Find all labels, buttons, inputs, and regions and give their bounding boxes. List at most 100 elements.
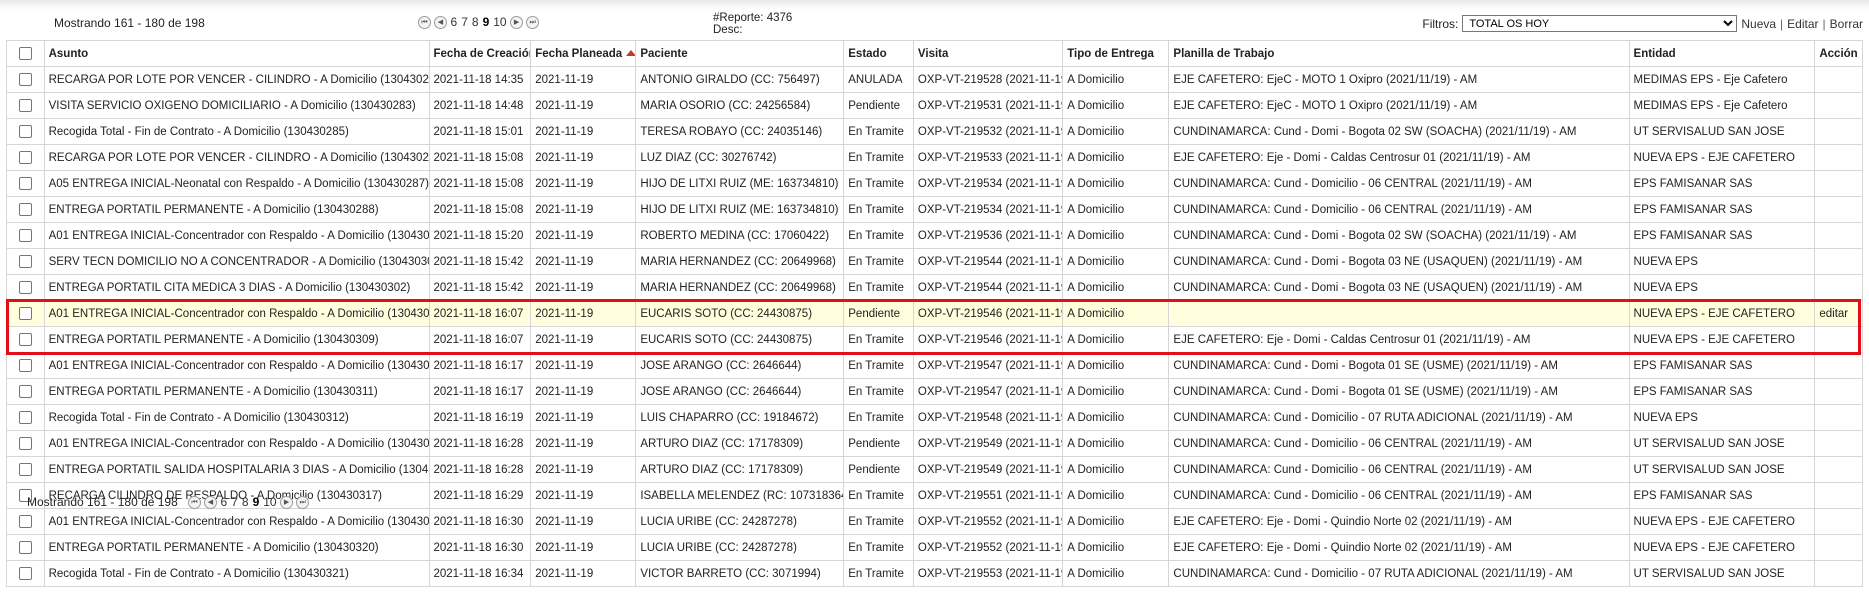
table-row[interactable]: A01 ENTREGA INICIAL-Concentrador con Res… [6,352,1863,379]
delete-filter-link[interactable]: Borrar [1830,17,1863,31]
table-row[interactable]: A01 ENTREGA INICIAL-Concentrador con Res… [6,222,1863,249]
top-showing-count: Mostrando 161 - 180 de 198 [54,16,205,30]
cell-planeada: 2021-11-19 [530,274,637,301]
row-checkbox[interactable] [18,229,32,242]
edit-row-link[interactable]: editar [1819,308,1848,320]
row-checkbox[interactable] [18,307,32,320]
row-checkbox[interactable] [18,281,32,294]
cell-visita: OXP-VT-219533 (2021-11-19) [912,144,1064,171]
cell-paciente: ANTONIO GIRALDO (CC: 756497) [635,66,845,93]
row-checkbox[interactable] [18,567,32,580]
cell-visita: OXP-VT-219528 (2021-11-19) [912,66,1064,93]
select-all-checkbox[interactable] [18,47,32,60]
row-checkbox[interactable] [18,333,32,346]
col-header-visita[interactable]: Visita [912,40,1064,67]
table-row[interactable]: RECARGA POR LOTE POR VENCER - CILINDRO -… [6,144,1863,171]
row-checkbox[interactable] [18,411,32,424]
filter-select[interactable]: TOTAL OS HOY [1462,15,1738,32]
cell-creacion: 2021-11-18 15:08 [428,144,532,171]
page-link-8[interactable]: 8 [471,15,479,29]
cell-entidad: MEDIMAS EPS - Eje Cafetero [1628,92,1816,119]
col-header-planeada[interactable]: Fecha Planeada [530,40,637,67]
cell-paciente: ARTURO DIAZ (CC: 17178309) [635,430,845,457]
page-link-6[interactable]: 6 [450,15,458,29]
page-link-10[interactable]: 10 [493,15,507,29]
cell-estado: Pendiente [843,300,914,327]
page-link-8[interactable]: 8 [241,495,249,509]
row-checkbox[interactable] [18,151,32,164]
page-link-7[interactable]: 7 [461,15,469,29]
table-row[interactable]: ENTREGA PORTATIL CITA MEDICA 3 DIAS - A … [6,274,1863,301]
cell-asunto: ENTREGA PORTATIL PERMANENTE - A Domicili… [43,196,430,223]
page-link-6[interactable]: 6 [220,495,228,509]
col-header-entidad[interactable]: Entidad [1628,40,1816,67]
next-page-icon[interactable]: ▶ [280,495,294,509]
table-row[interactable]: A01 ENTREGA INICIAL-Concentrador con Res… [6,300,1863,327]
table-row[interactable]: ENTREGA PORTATIL PERMANENTE - A Domicili… [6,534,1863,561]
prev-page-icon[interactable]: ◀ [204,495,217,509]
table-row[interactable]: SERV TECN DOMICILIO NO A CONCENTRADOR - … [6,248,1863,275]
table-row[interactable]: A01 ENTREGA INICIAL-Concentrador con Res… [6,430,1863,457]
cell-tipo: A Domicilio [1062,196,1170,223]
row-select-cell [6,248,45,275]
last-page-icon[interactable]: ⏭ [296,495,310,509]
cell-entidad: EPS FAMISANAR SAS [1628,482,1816,509]
row-checkbox[interactable] [18,385,32,398]
col-header-planilla[interactable]: Planilla de Trabajo [1168,40,1630,67]
table-row[interactable]: Recogida Total - Fin de Contrato - A Dom… [6,404,1863,431]
first-page-icon[interactable]: ⏮ [418,15,431,29]
row-checkbox[interactable] [18,359,32,372]
first-page-icon[interactable]: ⏮ [188,495,201,509]
row-checkbox[interactable] [18,255,32,268]
row-checkbox[interactable] [18,515,32,528]
prev-page-icon[interactable]: ◀ [434,15,447,29]
row-select-cell [6,196,45,223]
row-checkbox[interactable] [18,463,32,476]
cell-paciente: ROBERTO MEDINA (CC: 17060422) [635,222,845,249]
row-checkbox[interactable] [18,437,32,450]
table-row[interactable]: Recogida Total - Fin de Contrato - A Dom… [6,560,1863,587]
table-row[interactable]: VISITA SERVICIO OXIGENO DOMICILIARIO - A… [6,92,1863,119]
table-row[interactable]: A05 ENTREGA INICIAL-Neonatal con Respald… [6,170,1863,197]
cell-visita: OXP-VT-219553 (2021-11-19) [912,560,1064,587]
cell-asunto: RECARGA POR LOTE POR VENCER - CILINDRO -… [43,144,430,171]
table-row[interactable]: Recogida Total - Fin de Contrato - A Dom… [6,118,1863,145]
separator: | [1780,16,1784,31]
cell-planeada: 2021-11-19 [530,378,637,405]
cell-planeada: 2021-11-19 [530,352,637,379]
edit-filter-link[interactable]: Editar [1787,17,1818,31]
cell-entidad: NUEVA EPS - EJE CAFETERO [1628,534,1816,561]
row-checkbox[interactable] [18,177,32,190]
next-page-icon[interactable]: ▶ [510,15,524,29]
row-select-cell [6,378,45,405]
row-checkbox[interactable] [18,541,32,554]
cell-accion [1814,430,1863,457]
table-row[interactable]: ENTREGA PORTATIL PERMANENTE - A Domicili… [6,378,1863,405]
col-header-creacion[interactable]: Fecha de Creación [428,40,532,67]
col-header-paciente[interactable]: Paciente [635,40,845,67]
col-header-estado[interactable]: Estado [843,40,914,67]
cell-accion [1814,170,1863,197]
table-row[interactable]: ENTREGA PORTATIL PERMANENTE - A Domicili… [6,196,1863,223]
row-checkbox[interactable] [18,125,32,138]
col-header-asunto[interactable]: Asunto [43,40,430,67]
row-checkbox[interactable] [18,73,32,86]
table-row[interactable]: ENTREGA PORTATIL PERMANENTE - A Domicili… [6,326,1863,353]
table-row[interactable]: RECARGA POR LOTE POR VENCER - CILINDRO -… [6,66,1863,93]
cell-visita: OXP-VT-219546 (2021-11-19) [912,300,1064,327]
row-checkbox[interactable] [18,203,32,216]
report-info: #Reporte: 4376 Desc: [713,12,792,36]
cell-entidad: UT SERVISALUD SAN JOSE [1628,560,1816,587]
page-link-7[interactable]: 7 [231,495,239,509]
table-row[interactable]: A01 ENTREGA INICIAL-Concentrador con Res… [6,508,1863,535]
col-header-tipo[interactable]: Tipo de Entrega [1062,40,1170,67]
cell-creacion: 2021-11-18 15:08 [428,196,532,223]
last-page-icon[interactable]: ⏭ [526,15,540,29]
cell-accion [1814,378,1863,405]
page-link-10[interactable]: 10 [263,495,277,509]
table-row[interactable]: ENTREGA PORTATIL SALIDA HOSPITALARIA 3 D… [6,456,1863,483]
cell-estado: En Tramite [843,118,914,145]
new-filter-link[interactable]: Nueva [1741,17,1776,31]
cell-asunto: SERV TECN DOMICILIO NO A CONCENTRADOR - … [43,248,430,275]
row-checkbox[interactable] [18,99,32,112]
